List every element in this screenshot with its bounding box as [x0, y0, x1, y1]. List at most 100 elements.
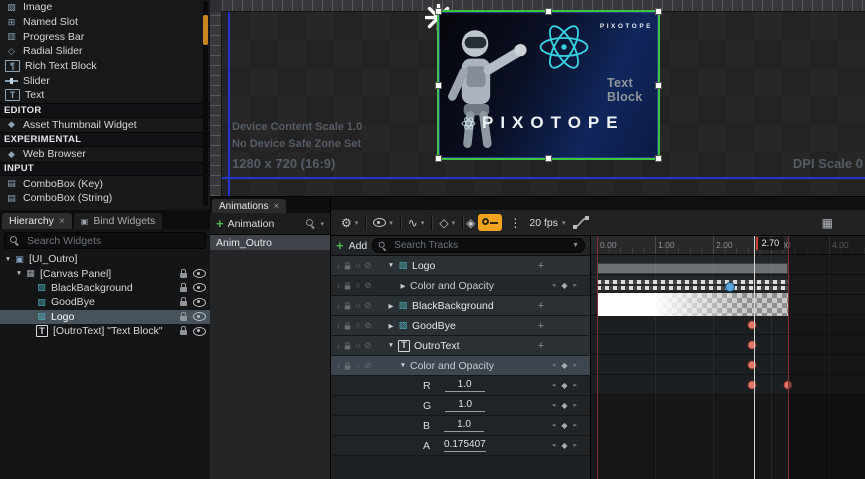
solo-icon[interactable]: ○	[355, 281, 360, 290]
eye-icon[interactable]	[193, 269, 206, 278]
close-icon[interactable]: ×	[273, 201, 279, 212]
mute-icon[interactable]: ⊘	[364, 341, 371, 350]
search-widgets-field[interactable]	[25, 234, 200, 248]
lock-icon[interactable]	[345, 305, 351, 309]
sequencer-timeline[interactable]: 0.001.002.003.004.00 2.70	[591, 236, 865, 479]
next-key-icon[interactable]: ▸	[573, 422, 577, 429]
track-row-r[interactable]: R1.0◂◆▸	[331, 376, 590, 396]
palette-item-combobox-key[interactable]: ▤ComboBox (Key)	[0, 176, 210, 191]
lock-icon[interactable]	[345, 265, 351, 269]
channel-value[interactable]: 0.175407	[444, 439, 486, 452]
next-key-icon[interactable]: ▸	[573, 442, 577, 449]
mute-icon[interactable]: ⊘	[364, 321, 371, 330]
tab-bind-widgets[interactable]: ▣ Bind Widgets	[74, 213, 162, 229]
channel-value[interactable]: 1.0	[445, 399, 485, 412]
palette-scrollbar-thumb[interactable]	[203, 15, 208, 45]
add-key-icon[interactable]: ◆	[561, 382, 567, 390]
lock-icon[interactable]	[345, 325, 351, 329]
channel-value[interactable]: 1.0	[444, 419, 484, 432]
mute-icon[interactable]: ⊘	[364, 281, 371, 290]
playback-options-button[interactable]: ∿ ▾	[404, 215, 429, 231]
solo-icon[interactable]: ○	[355, 301, 360, 310]
palette-item-asset-thumbnail-widget[interactable]: ◆Asset Thumbnail Widget	[0, 118, 210, 133]
add-track-button[interactable]: Add	[349, 240, 368, 252]
add-section-icon[interactable]: +	[538, 300, 544, 312]
pin-icon[interactable]: ↓	[336, 301, 340, 310]
tree-item-goodbye[interactable]: ▨GoodBye	[0, 295, 210, 309]
solo-icon[interactable]: ○	[355, 361, 360, 370]
mute-icon[interactable]: ⊘	[364, 261, 371, 270]
keyframe-marker[interactable]	[747, 360, 756, 369]
add-animation-button[interactable]: Animation	[228, 218, 275, 230]
tree-item-ui-outro[interactable]: ▼▣[UI_Outro]	[0, 252, 210, 266]
section-gradient[interactable]	[597, 293, 788, 316]
channel-value[interactable]: 1.0	[445, 379, 485, 392]
mute-icon[interactable]: ⊘	[364, 301, 371, 310]
tree-item-blackbackground[interactable]: ▨BlackBackground	[0, 281, 210, 295]
fps-dropdown[interactable]: 20 fps ▾	[529, 217, 565, 229]
prev-key-icon[interactable]: ◂	[552, 402, 556, 409]
palette-item-web-browser[interactable]: ◆Web Browser	[0, 147, 210, 162]
track-row-outrotext[interactable]: ↓○⊘▼TOutroText+	[331, 336, 590, 356]
chevron-down-icon[interactable]: ▼	[398, 362, 408, 369]
selected-widget-logo[interactable]: PIXOTOPE Text Block PIXOTOPE	[437, 10, 660, 160]
view-options-button[interactable]: ▾	[369, 216, 397, 229]
solo-icon[interactable]: ○	[355, 321, 360, 330]
add-section-icon[interactable]: +	[538, 260, 544, 272]
lock-icon[interactable]	[180, 316, 187, 321]
search-tracks-field[interactable]	[392, 239, 568, 252]
animation-item-anim-outro[interactable]: Anim_Outro	[210, 235, 330, 250]
resize-handle-s[interactable]	[545, 155, 552, 162]
keyframe-options-icon[interactable]: ◈	[466, 217, 475, 229]
text-block-widget[interactable]: Text Block	[607, 76, 658, 104]
track-row-goodbye[interactable]: ↓○⊘▶▨GoodBye+	[331, 316, 590, 336]
playback-range-marker[interactable]	[597, 236, 598, 479]
chevron-down-icon[interactable]: ▼	[3, 256, 13, 263]
resize-handle-nw[interactable]	[435, 8, 442, 15]
resize-handle-sw[interactable]	[435, 155, 442, 162]
next-key-icon[interactable]: ▸	[573, 402, 577, 409]
chevron-right-icon[interactable]: ▶	[398, 282, 408, 290]
close-icon[interactable]: ×	[59, 216, 65, 227]
playhead[interactable]	[754, 236, 755, 479]
search-widgets-input[interactable]	[4, 232, 206, 249]
add-key-icon[interactable]: ◆	[561, 422, 567, 430]
lock-icon[interactable]	[180, 287, 187, 292]
resize-handle-e[interactable]	[655, 82, 662, 89]
section-dashed[interactable]	[597, 280, 788, 290]
add-section-icon[interactable]: +	[538, 320, 544, 332]
sequencer-settings-button[interactable]: ⚙ ▾	[337, 215, 362, 231]
next-key-icon[interactable]: ▸	[573, 382, 577, 389]
next-key-icon[interactable]: ▸	[573, 282, 577, 289]
prev-key-icon[interactable]: ◂	[552, 422, 556, 429]
keyframe-marker[interactable]	[725, 282, 735, 292]
resize-handle-w[interactable]	[435, 82, 442, 89]
keyframe-marker[interactable]	[747, 380, 756, 389]
prev-key-icon[interactable]: ◂	[552, 282, 556, 289]
chevron-down-icon[interactable]: ▼	[386, 262, 396, 269]
prev-key-icon[interactable]: ◂	[552, 382, 556, 389]
track-row-b[interactable]: B1.0◂◆▸	[331, 416, 590, 436]
chevron-right-icon[interactable]: ▶	[386, 322, 396, 330]
tree-item-logo[interactable]: ▨Logo	[0, 310, 210, 324]
lock-icon[interactable]	[180, 330, 187, 335]
eye-icon[interactable]	[193, 283, 206, 292]
more-options-icon[interactable]: ⋮	[509, 216, 521, 230]
mute-icon[interactable]: ⊘	[364, 361, 371, 370]
add-key-icon[interactable]: ◆	[561, 402, 567, 410]
palette-item-combobox-string[interactable]: ▤ComboBox (String)	[0, 191, 210, 206]
palette-item-progress-bar[interactable]: ▥Progress Bar	[0, 29, 210, 44]
track-row-a[interactable]: A0.175407◂◆▸	[331, 436, 590, 456]
solo-icon[interactable]: ○	[355, 261, 360, 270]
tab-hierarchy[interactable]: Hierarchy ×	[2, 213, 72, 229]
add-key-icon[interactable]: ◆	[561, 362, 567, 370]
palette-item-image[interactable]: ▨Image	[0, 0, 210, 15]
add-key-icon[interactable]: ◆	[561, 442, 567, 450]
sequencer-options-icon[interactable]: ▦	[822, 216, 833, 230]
chevron-down-icon[interactable]: ▼	[14, 270, 24, 277]
pin-icon[interactable]: ↓	[336, 361, 340, 370]
track-row-blackbackground[interactable]: ↓○⊘▶▨BlackBackground+	[331, 296, 590, 316]
designer-viewport[interactable]: Device Content Scale 1.0 No Device Safe …	[210, 0, 865, 196]
tab-animations[interactable]: Animations ×	[212, 199, 286, 213]
filter-icon[interactable]: ▼	[572, 242, 579, 249]
